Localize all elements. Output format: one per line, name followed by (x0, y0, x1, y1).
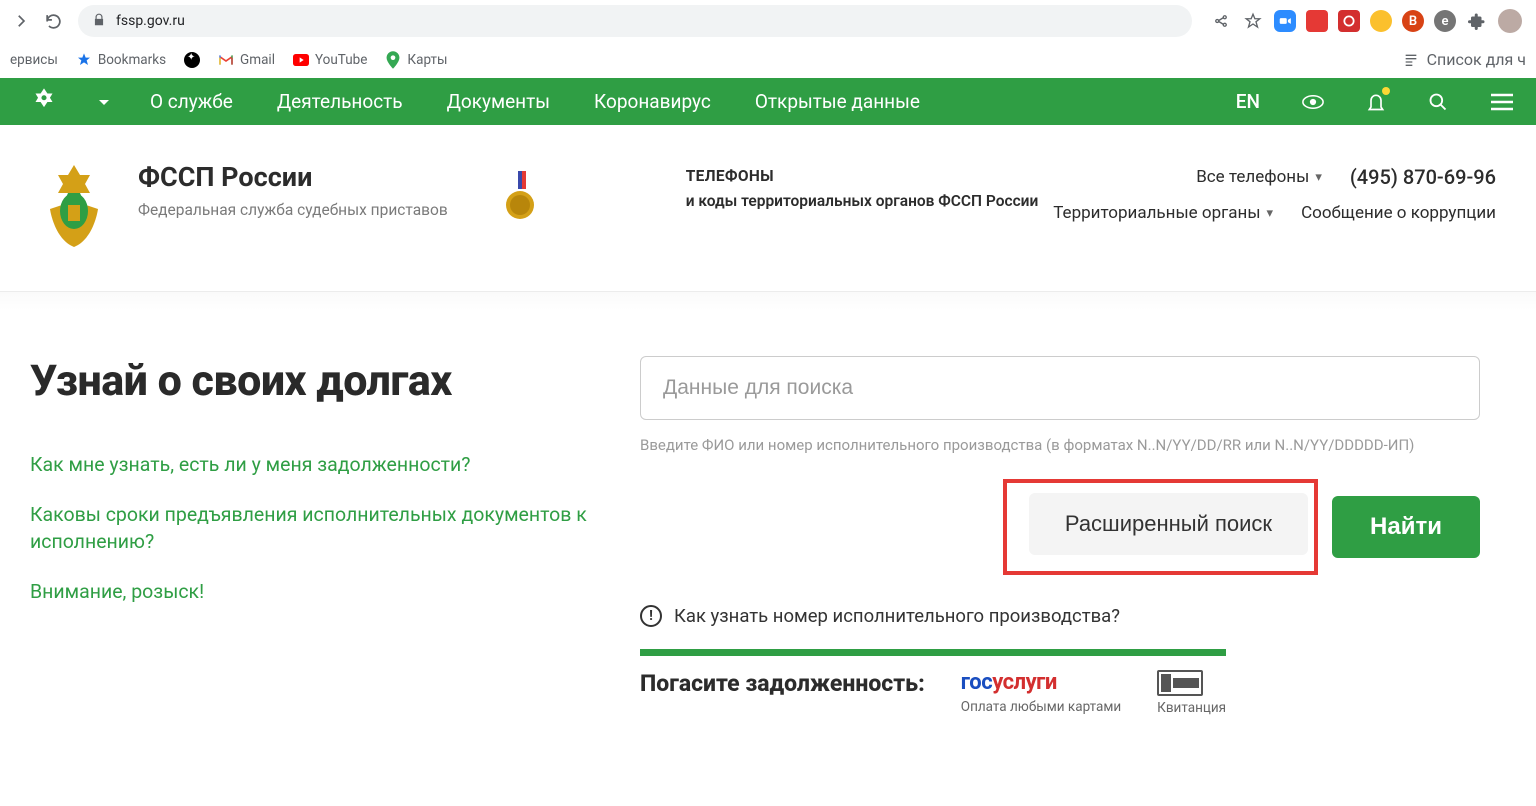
faq-link-3[interactable]: Внимание, розыск! (30, 579, 590, 605)
url-text: fssp.gov.ru (116, 13, 185, 29)
bookmark-gmail[interactable]: Gmail (218, 52, 275, 68)
maps-icon (385, 52, 401, 68)
info-icon: ! (640, 605, 662, 627)
reading-list-label[interactable]: Список для ч (1427, 50, 1526, 69)
menu-icon[interactable] (1490, 93, 1514, 111)
nav-about[interactable]: О службе (150, 90, 233, 113)
nav-covid[interactable]: Коронавирус (594, 90, 711, 113)
lock-icon (92, 12, 106, 31)
gosuslugi-caption: Оплата любыми картами (961, 699, 1121, 715)
ext-red2-icon[interactable] (1338, 10, 1360, 32)
youtube-icon (293, 52, 309, 68)
receipt-icon (1157, 670, 1203, 696)
bookmark-services-label: ервисы (10, 52, 58, 68)
bookmark-app[interactable] (184, 52, 200, 68)
all-phones-dropdown[interactable]: Все телефоны (1196, 167, 1322, 187)
bookmark-maps[interactable]: Карты (385, 52, 447, 68)
ext-yellow-icon[interactable] (1370, 10, 1392, 32)
address-bar[interactable]: fssp.gov.ru (78, 5, 1192, 37)
advanced-search-highlight: Расширенный поиск (1003, 479, 1318, 575)
star-icon (76, 52, 92, 68)
search-hint: Введите ФИО или номер исполнительного пр… (640, 434, 1480, 457)
phones-title: ТЕЛЕФОНЫ (686, 167, 1039, 185)
receipt-caption: Квитанция (1157, 700, 1226, 716)
phones-sub: и коды территориальных органов ФССП Росс… (686, 189, 1039, 214)
bookmark-star-icon[interactable] (1242, 10, 1264, 32)
search-icon[interactable] (1428, 92, 1448, 112)
accessibility-icon[interactable] (1302, 95, 1324, 109)
ext-red1-icon[interactable] (1306, 10, 1328, 32)
share-icon[interactable] (1210, 10, 1232, 32)
notification-dot (1382, 87, 1390, 95)
payoff-gosuslugi[interactable]: госуслуги Оплата любыми картами (961, 670, 1121, 715)
browser-reload-button[interactable] (40, 8, 66, 34)
hero-heading: Узнай о своих долгах (30, 356, 590, 406)
profile-avatar[interactable] (1498, 9, 1522, 33)
reading-list-icon (1403, 52, 1419, 68)
search-input[interactable] (640, 356, 1480, 420)
advanced-search-button[interactable]: Расширенный поиск (1029, 493, 1308, 555)
bookmark-youtube[interactable]: YouTube (293, 52, 367, 68)
corruption-link[interactable]: Сообщение о коррупции (1301, 203, 1496, 223)
nav-documents[interactable]: Документы (447, 90, 550, 113)
site-title: ФССП России (138, 161, 448, 193)
ext-e-icon[interactable]: e (1434, 10, 1456, 32)
bookmark-gmail-label: Gmail (240, 52, 275, 68)
how-know-link[interactable]: ! Как узнать номер исполнительного произ… (640, 605, 1480, 627)
emblem-large-icon (30, 161, 118, 251)
nav-activity[interactable]: Деятельность (277, 90, 403, 113)
payoff-title: Погасите задолженность: (640, 670, 925, 697)
gosuslugi-logo: госуслуги (961, 670, 1057, 695)
browser-forward-button[interactable] (8, 8, 34, 34)
medal-icon[interactable] (504, 171, 536, 221)
app-icon (184, 52, 200, 68)
site-subtitle: Федеральная служба судебных приставов (138, 199, 448, 221)
faq-link-1[interactable]: Как мне узнать, есть ли у меня задолженн… (30, 452, 590, 478)
bookmark-youtube-label: YouTube (315, 52, 367, 68)
ext-zoom-icon[interactable] (1274, 10, 1296, 32)
phone-number: (495) 870-69-96 (1350, 165, 1496, 189)
bookmark-services[interactable]: ервисы (10, 52, 58, 68)
bookmark-maps-label: Карты (407, 52, 447, 68)
notifications-icon[interactable] (1366, 91, 1386, 113)
lang-switch[interactable]: EN (1236, 90, 1260, 113)
ext-b-icon[interactable]: B (1402, 10, 1424, 32)
gmail-icon (218, 52, 234, 68)
extensions-icon[interactable] (1466, 10, 1488, 32)
region-dropdown[interactable] (98, 92, 110, 111)
payoff-receipt[interactable]: Квитанция (1157, 670, 1226, 716)
how-know-label: Как узнать номер исполнительного произво… (674, 605, 1120, 627)
faq-link-2[interactable]: Каковы сроки предъявления исполнительных… (30, 502, 590, 555)
bookmark-bookmarks[interactable]: Bookmarks (76, 52, 166, 68)
bookmark-bookmarks-label: Bookmarks (98, 52, 166, 68)
territorial-dropdown[interactable]: Территориальные органы (1053, 203, 1273, 223)
nav-open-data[interactable]: Открытые данные (755, 90, 920, 113)
emblem-small-icon[interactable] (26, 84, 62, 120)
find-button[interactable]: Найти (1332, 496, 1480, 558)
